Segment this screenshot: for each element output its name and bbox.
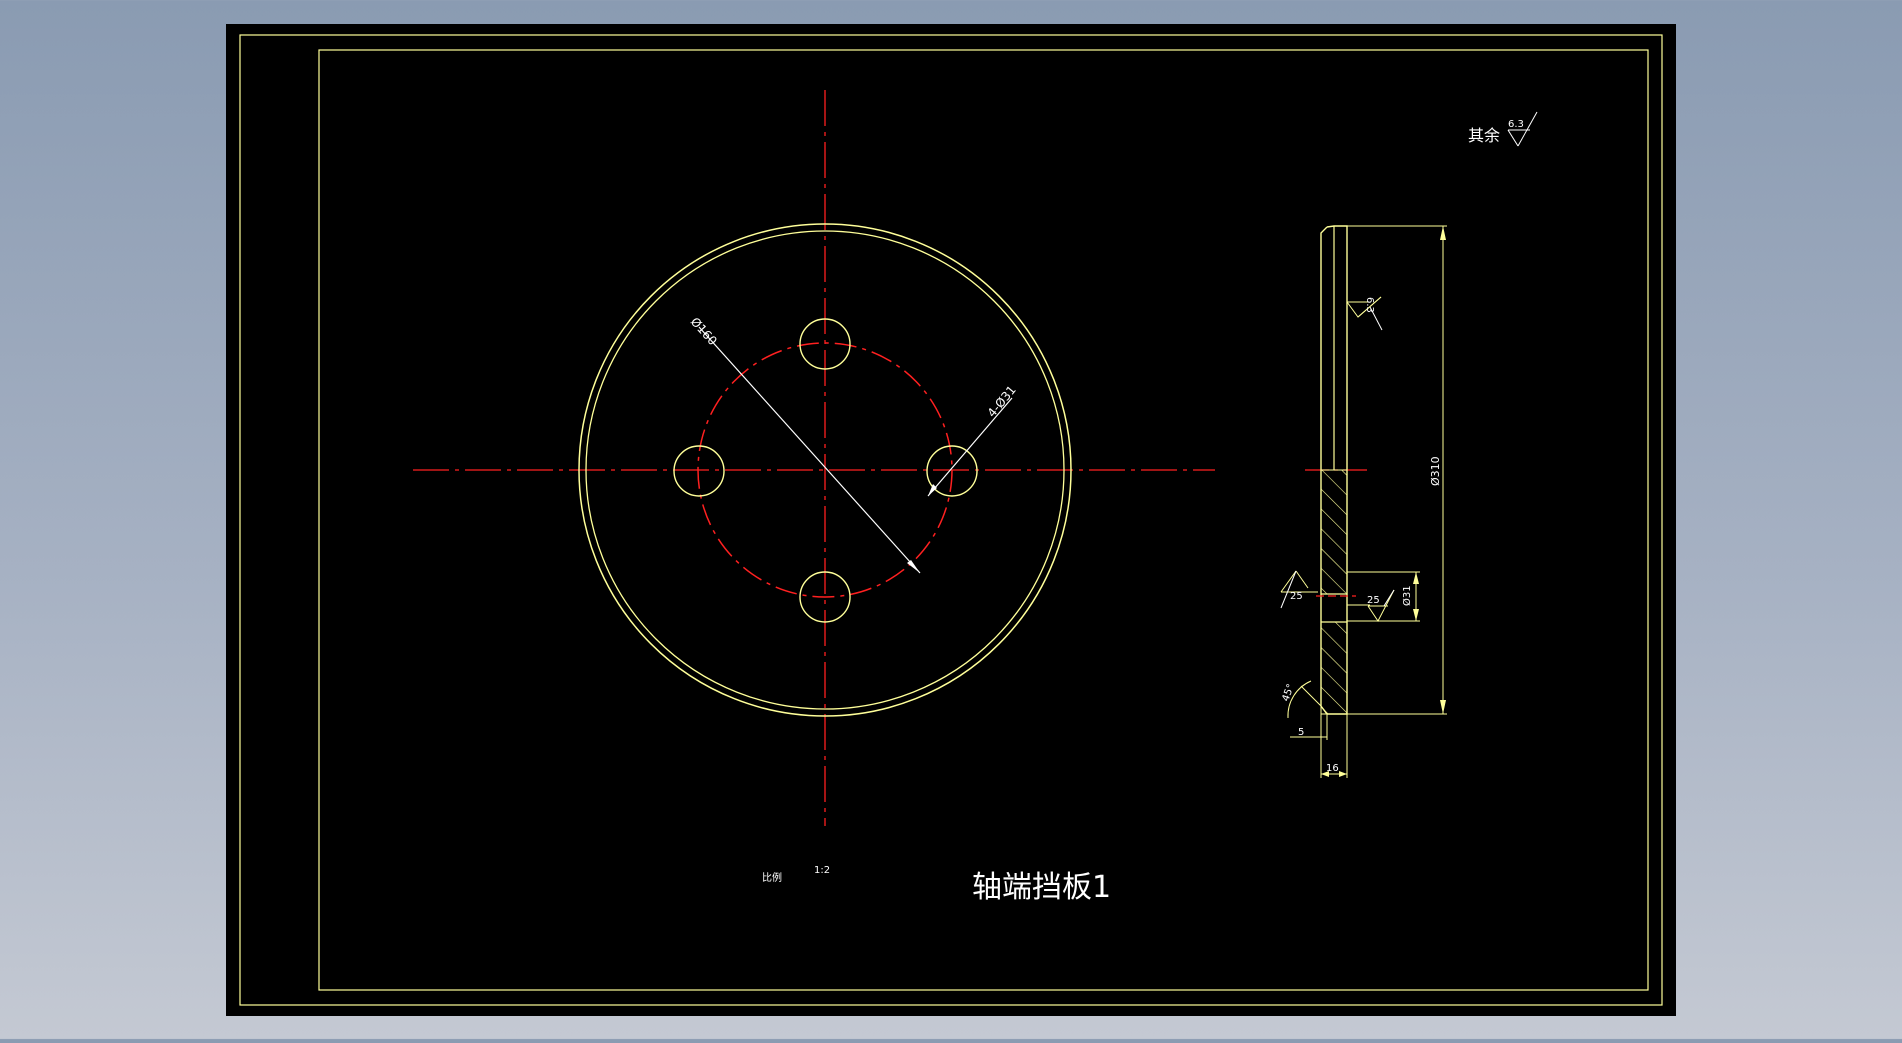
cad-viewport[interactable]: Ø160 4-Ø31 Ø310 Ø31 6.3 25 25 45° 5 16 其…	[0, 0, 1902, 1039]
chamfer-size-label: 5	[1298, 727, 1304, 738]
hole-dimension-label: Ø31	[1401, 585, 1413, 606]
scale-label: 比例	[762, 871, 782, 884]
drawing-title: 轴端挡板1	[972, 870, 1111, 905]
roughness-face-value: 6.3	[1364, 297, 1375, 313]
scale-value: 1:2	[814, 865, 830, 876]
thickness-label: 16	[1326, 763, 1339, 774]
overall-dimension-label: Ø310	[1429, 456, 1442, 486]
sheet-background	[226, 24, 1676, 1016]
section-hatch-upper	[1320, 469, 1348, 595]
roughness-note-value: 6.3	[1508, 119, 1524, 130]
roughness-hole-left-value: 25	[1290, 591, 1303, 602]
section-hatch-lower	[1320, 621, 1348, 715]
roughness-note-label: 其余	[1468, 126, 1500, 145]
cad-drawing: Ø160 4-Ø31 Ø310 Ø31 6.3 25 25 45° 5 16 其…	[226, 24, 1676, 1016]
roughness-hole-right-value: 25	[1367, 595, 1380, 606]
